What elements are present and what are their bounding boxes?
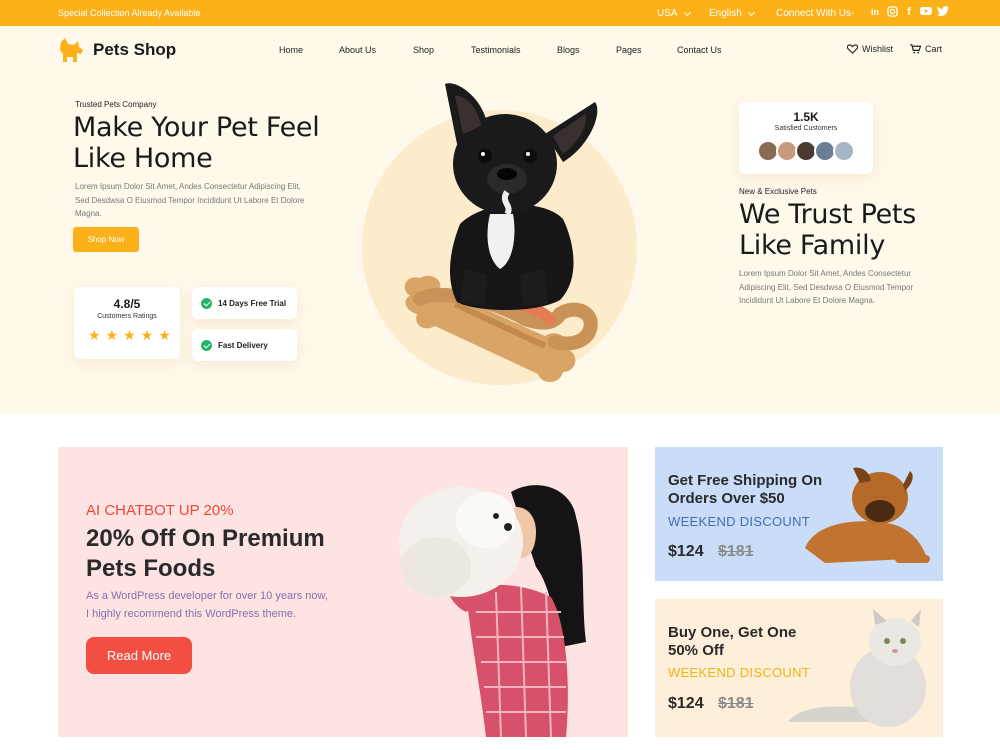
promo-description: As a WordPress developer for over 10 yea… (86, 587, 328, 623)
instagram-icon[interactable] (886, 6, 898, 18)
youtube-icon[interactable] (920, 6, 932, 18)
wishlist-link[interactable]: Wishlist (847, 44, 893, 54)
star-rating: ★ ★ ★ ★ ★ (88, 327, 171, 344)
right-description: Lorem Ipsum Dolor Sit Amet, Andes Consec… (739, 267, 913, 308)
star-icon: ★ (88, 327, 101, 343)
chevron-down-icon (747, 8, 755, 16)
promo-title-line1: 20% Off On Premium (86, 525, 325, 552)
rating-label: Customers Ratings (97, 313, 157, 320)
nav-pages[interactable]: Pages (616, 45, 642, 55)
promo-title: 20% Off On Premium Pets Foods (86, 524, 325, 584)
nav-about-us[interactable]: About Us (339, 45, 376, 55)
brand-name: Pets Shop (93, 40, 177, 59)
bogo-price: $124 (668, 695, 704, 712)
avatar (833, 140, 855, 162)
feature-free-trial: 14 Days Free Trial (192, 287, 297, 319)
star-icon: ★ (158, 327, 171, 343)
wishlist-label: Wishlist (862, 44, 893, 54)
nav-blogs[interactable]: Blogs (557, 45, 580, 55)
star-icon: ★ (123, 327, 136, 343)
feature-free-trial-label: 14 Days Free Trial (218, 298, 287, 308)
cart-link[interactable]: Cart (910, 44, 942, 54)
rating-value: 4.8/5 (113, 297, 141, 311)
bogo-title-line2: 50% Off (668, 642, 724, 659)
cart-icon (910, 44, 921, 54)
nav-shop[interactable]: Shop (413, 45, 434, 55)
bogo-title-line1: Buy One, Get One (668, 624, 797, 641)
hero-desc-line2: Sed Desdwsa O Eiusmod Tempor Incididunt … (75, 195, 305, 205)
right-desc-line2: Adipiscing Elit, Sed Desdwsa O Eiusmod T… (739, 282, 914, 292)
linkedin-icon[interactable]: in (869, 6, 881, 18)
right-title: We Trust Pets Like Family (739, 199, 916, 261)
nav-testimonials[interactable]: Testimonials (471, 45, 521, 55)
hero-section: Trusted Pets Company Make Your Pet Feel … (0, 74, 1000, 414)
language-label: English (709, 8, 742, 19)
shipping-price: $124 (668, 543, 704, 560)
right-desc-line1: Lorem Ipsum Dolor Sit Amet, Andes Consec… (739, 269, 912, 278)
satisfied-value: 1.5K (793, 110, 819, 124)
right-desc-line3: Incididunt Ut Labore Et Dolore Magna. (739, 296, 876, 305)
satisfied-label: Satisfied Customers (774, 125, 838, 132)
promo-desc-line1: As a WordPress developer for over 10 yea… (86, 590, 328, 602)
hero-title-line1: Make Your Pet Feel (73, 112, 320, 143)
announcement-text: Special Collection Already Available (58, 8, 201, 18)
top-bar: Special Collection Already Available USA… (0, 0, 1000, 26)
feature-fast-delivery-label: Fast Delivery (218, 340, 268, 350)
heart-icon (847, 44, 858, 54)
hero-kicker: Trusted Pets Company (75, 100, 157, 109)
chevron-down-icon (683, 8, 691, 16)
hero-title-line2: Like Home (73, 143, 213, 174)
cart-label: Cart (925, 44, 943, 54)
woman-with-puppy-image (399, 485, 586, 737)
hero-title: Make Your Pet Feel Like Home (73, 112, 320, 174)
promo-free-shipping: Get Free Shipping On Orders Over $50 WEE… (655, 447, 943, 581)
customer-avatars (757, 140, 855, 162)
logo[interactable]: Pets Shop (57, 36, 176, 64)
feature-fast-delivery: Fast Delivery (192, 329, 297, 361)
promo-premium-foods: AI CHATBOT UP 20% 20% Off On Premium Pet… (58, 447, 628, 737)
star-icon: ★ (140, 327, 154, 343)
hero-desc-line3: Magna. (75, 209, 102, 218)
promo-bogo: Buy One, Get One 50% Off WEEKEND DISCOUN… (655, 599, 943, 737)
satisfied-customers-card: 1.5K Satisfied Customers (739, 102, 873, 174)
persian-cat-image (788, 609, 926, 727)
country-selector[interactable]: USA (657, 8, 691, 19)
right-title-line1: We Trust Pets (739, 199, 916, 230)
language-selector[interactable]: English (709, 8, 755, 19)
bogo-title: Buy One, Get One 50% Off (668, 624, 796, 660)
check-icon (201, 339, 212, 351)
connect-label: Connect With Us- (776, 8, 855, 19)
facebook-icon[interactable]: f (903, 6, 915, 18)
read-more-button[interactable]: Read More (86, 637, 192, 674)
promo-title-line2: Pets Foods (86, 555, 216, 582)
star-icon: ★ (105, 327, 119, 343)
shop-now-button[interactable]: Shop Now (73, 227, 139, 252)
check-icon (201, 297, 212, 309)
twitter-icon[interactable] (937, 6, 949, 18)
nav-contact-us[interactable]: Contact Us (677, 45, 722, 55)
mastiff-dog-image (805, 467, 930, 563)
promo-desc-line2: I highly recommend this WordPress theme. (86, 608, 297, 620)
french-bulldog-image (404, 83, 598, 383)
hero-desc-line1: Lorem Ipsum Dolor Sit Amet, Andes Consec… (75, 182, 301, 191)
rating-card: 4.8/5 Customers Ratings ★ ★ ★ ★ ★ (74, 287, 180, 359)
bogo-old-price: $181 (718, 695, 754, 712)
shipping-old-price: $181 (718, 543, 754, 560)
right-title-line2: Like Family (739, 230, 885, 261)
nav-home[interactable]: Home (279, 45, 303, 55)
right-kicker: New & Exclusive Pets (739, 187, 817, 196)
social-links: in f (869, 6, 949, 18)
country-label: USA (657, 8, 678, 19)
promo-kicker: AI CHATBOT UP 20% (86, 502, 234, 519)
hero-description: Lorem Ipsum Dolor Sit Amet, Andes Consec… (75, 180, 304, 221)
site-header: Pets Shop Home About Us Shop Testimonial… (0, 26, 1000, 74)
dog-logo-icon (60, 38, 83, 62)
